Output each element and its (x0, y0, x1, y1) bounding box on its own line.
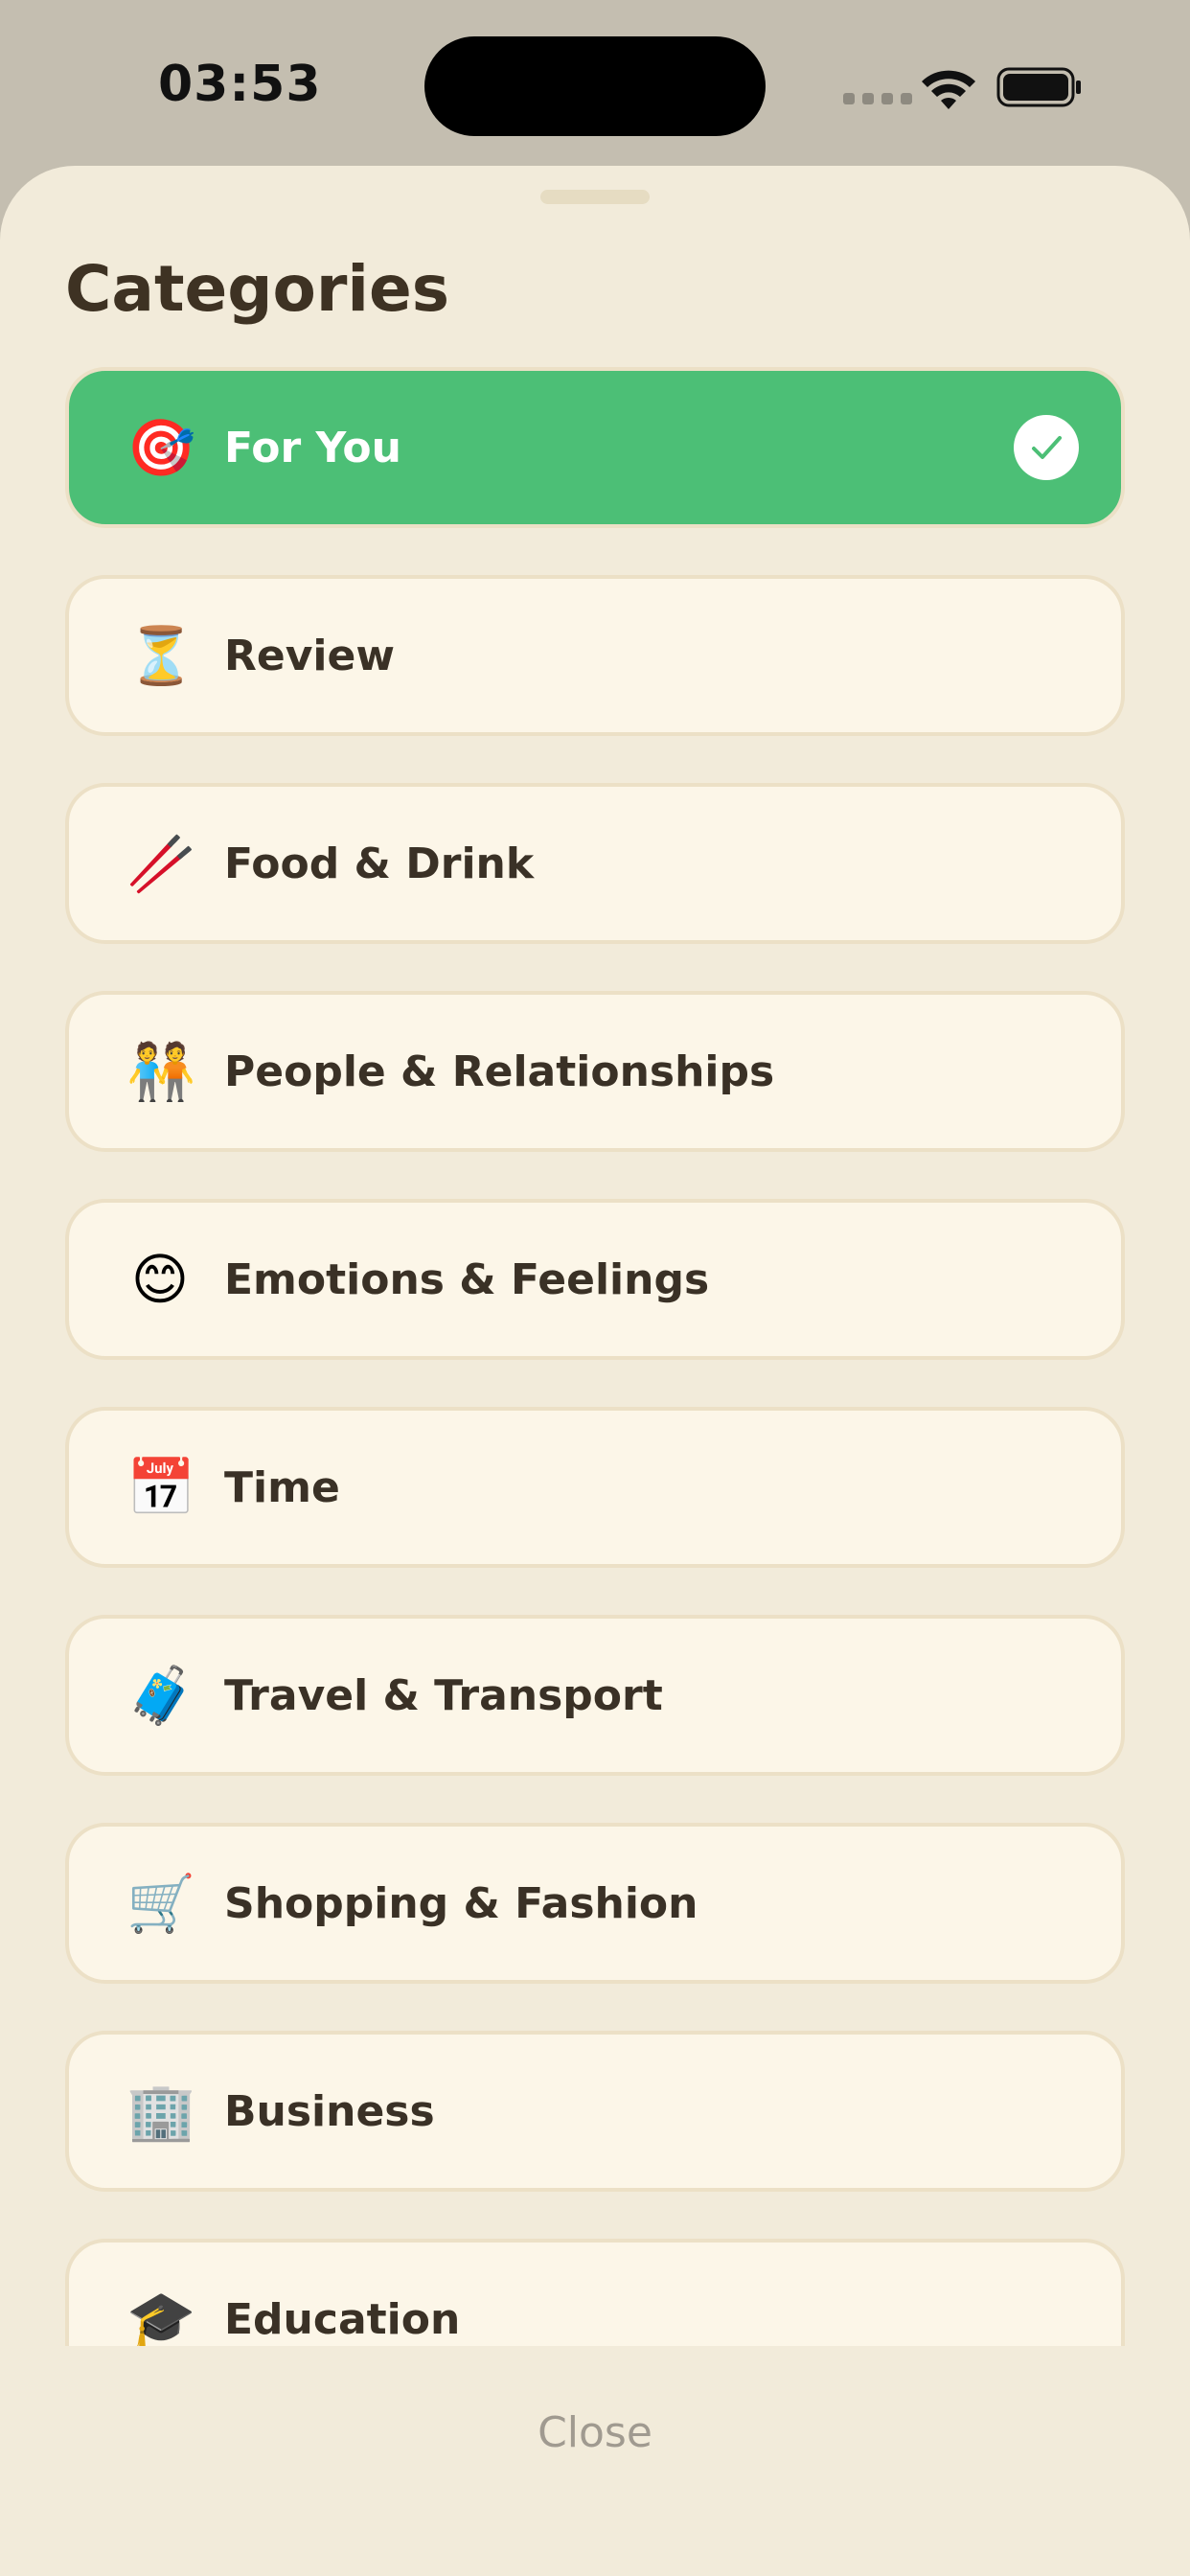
graduation-cap-icon: 🎓 (126, 2287, 196, 2346)
category-item[interactable]: 📅 Time (65, 1407, 1125, 1568)
office-building-icon: 🏢 (126, 2079, 196, 2144)
category-item[interactable]: ⏳ Review (65, 575, 1125, 736)
chopsticks-icon: 🥢 (126, 831, 196, 896)
battery-icon (996, 67, 1081, 107)
sheet-grabber[interactable] (540, 190, 650, 204)
category-item[interactable]: 🧳 Travel & Transport (65, 1615, 1125, 1776)
category-label: Emotions & Feelings (224, 1254, 710, 1304)
category-label: Education (224, 2294, 461, 2344)
category-item[interactable]: 🛒 Shopping & Fashion (65, 1823, 1125, 1984)
calendar-icon: 📅 (126, 1455, 196, 1520)
target-icon: 🎯 (126, 415, 196, 480)
sheet-footer: Close (0, 2346, 1190, 2576)
sheet-title: Categories (65, 252, 450, 326)
status-bar: 03:53 (0, 0, 1190, 163)
category-label: Travel & Transport (224, 1670, 663, 1720)
category-item[interactable]: 😊 Emotions & Feelings (65, 1199, 1125, 1360)
people-holding-hands-icon: 🧑‍🤝‍🧑 (126, 1039, 196, 1104)
close-button[interactable]: Close (451, 2394, 739, 2471)
dynamic-island (424, 36, 766, 136)
shopping-cart-icon: 🛒 (126, 1871, 196, 1936)
category-list[interactable]: 🎯 For You ⏳ Review 🥢 Food & Drink 🧑‍🤝‍🧑 People … (65, 367, 1125, 2346)
category-item[interactable]: 🥢 Food & Drink (65, 783, 1125, 944)
category-label: For You (224, 423, 401, 472)
category-item[interactable]: 🏢 Business (65, 2031, 1125, 2192)
categories-sheet: Categories 🎯 For You ⏳ Review 🥢 Food & Drink 🧑… (0, 166, 1190, 2576)
category-label: Food & Drink (224, 839, 535, 888)
category-label: Business (224, 2086, 435, 2136)
hourglass-icon: ⏳ (126, 623, 196, 688)
category-label: Review (224, 631, 395, 680)
wifi-icon (922, 70, 975, 109)
category-label: Shopping & Fashion (224, 1878, 698, 1928)
category-item[interactable]: 🎯 For You (65, 367, 1125, 528)
category-item[interactable]: 🧑‍🤝‍🧑 People & Relationships (65, 991, 1125, 1152)
checkmark-icon (1014, 415, 1079, 480)
category-label: People & Relationships (224, 1046, 775, 1096)
status-time: 03:53 (158, 56, 322, 113)
smiling-face-icon: 😊 (130, 1247, 190, 1312)
luggage-icon: 🧳 (126, 1663, 196, 1728)
category-item[interactable]: 🎓 Education (65, 2239, 1125, 2346)
cellular-signal-icon (843, 93, 912, 104)
category-label: Time (224, 1462, 340, 1512)
